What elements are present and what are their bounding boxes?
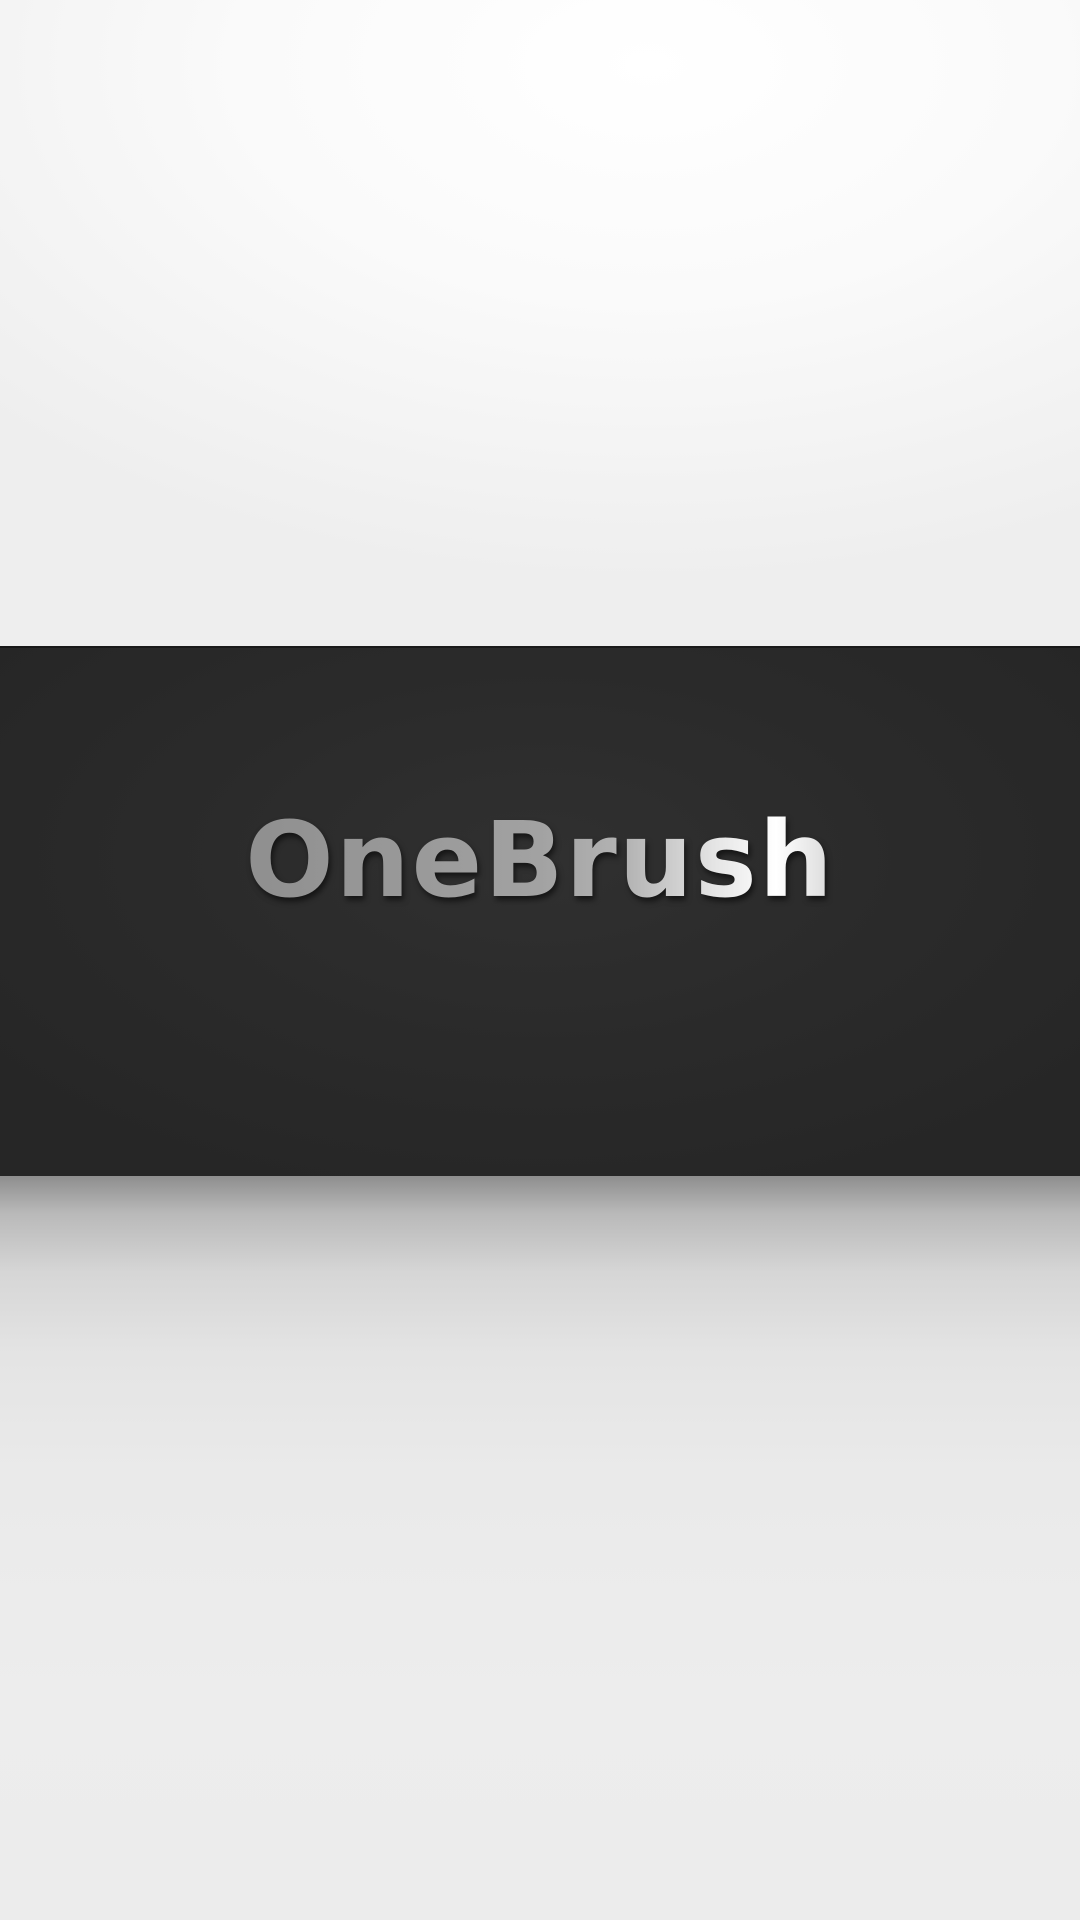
top-background (0, 0, 1080, 646)
app-logo: OneBrush (0, 800, 1080, 920)
bottom-background (0, 1176, 1080, 1920)
app-name-wordmark: OneBrush (245, 799, 835, 921)
